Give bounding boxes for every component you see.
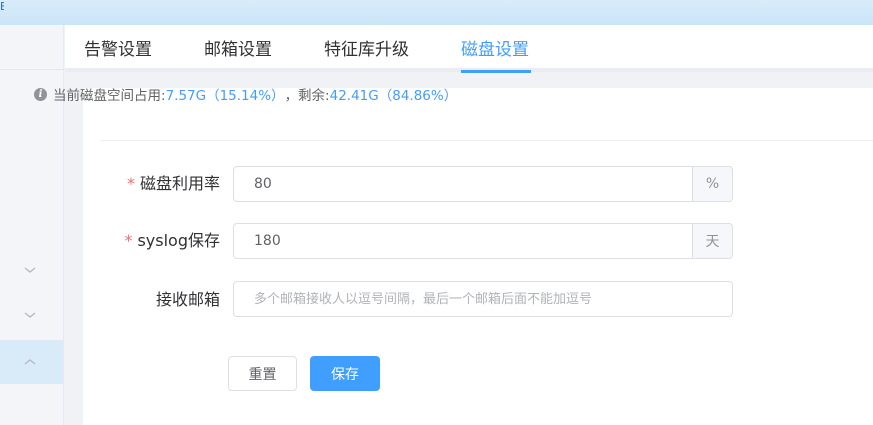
disk-usage-input[interactable] — [234, 167, 692, 201]
top-bar-edge-text: E — [0, 0, 4, 13]
syslog-label-text: syslog保存 — [137, 231, 220, 250]
emails-input-group — [233, 281, 733, 317]
disk-usage-input-group: % — [233, 166, 733, 202]
sidebar-divider — [0, 69, 64, 70]
required-mark: * — [124, 231, 133, 250]
tab-mailbox-settings[interactable]: 邮箱设置 — [204, 39, 272, 61]
chevron-down-icon — [24, 267, 36, 273]
top-bar: E — [0, 0, 873, 25]
emails-label-wrap: 接收邮箱 — [90, 290, 220, 310]
save-button[interactable]: 保存 — [310, 356, 380, 391]
syslog-input-group: 天 — [233, 223, 733, 259]
syslog-days-input[interactable] — [234, 224, 692, 258]
settings-tabs: 告警设置 邮箱设置 特征库升级 磁盘设置 — [65, 25, 873, 73]
syslog-label-wrap: * syslog保存 — [90, 231, 220, 251]
info-circle-icon: i — [34, 87, 47, 101]
info-separator: ，剩余: — [284, 88, 330, 104]
tab-alarm-settings[interactable]: 告警设置 — [84, 39, 152, 61]
info-prefix: 当前磁盘空间占用: — [53, 88, 166, 104]
syslog-label: * syslog保存 — [124, 231, 220, 251]
disk-usage-label-wrap: * 磁盘利用率 — [90, 174, 220, 194]
disk-usage-label: * 磁盘利用率 — [127, 174, 220, 194]
active-tab-indicator — [461, 70, 531, 73]
disk-remaining-value: 42.41G（84.86%） — [329, 88, 458, 104]
reset-button[interactable]: 重置 — [228, 356, 297, 391]
percent-unit: % — [692, 167, 732, 201]
disk-usage-label-text: 磁盘利用率 — [139, 174, 220, 193]
chevron-down-icon — [24, 312, 36, 318]
chevron-up-icon — [24, 359, 36, 365]
sidebar-menu-group-3[interactable] — [0, 340, 63, 384]
sidebar-menu-group-1[interactable] — [0, 248, 63, 292]
disk-used-value: 7.57G（15.14%） — [165, 88, 285, 104]
email-recipients-input[interactable] — [234, 282, 732, 316]
sidebar-menu-group-2[interactable] — [0, 293, 63, 337]
tab-signature-upgrade[interactable]: 特征库升级 — [324, 39, 409, 61]
info-divider — [100, 140, 873, 141]
tab-disk-settings[interactable]: 磁盘设置 — [461, 39, 529, 61]
disk-usage-info: i 当前磁盘空间占用: 7.57G（15.14%） ，剩余: 42.41G（84… — [34, 84, 457, 104]
days-unit: 天 — [692, 224, 732, 258]
emails-label: 接收邮箱 — [155, 290, 220, 309]
required-mark: * — [126, 174, 135, 193]
